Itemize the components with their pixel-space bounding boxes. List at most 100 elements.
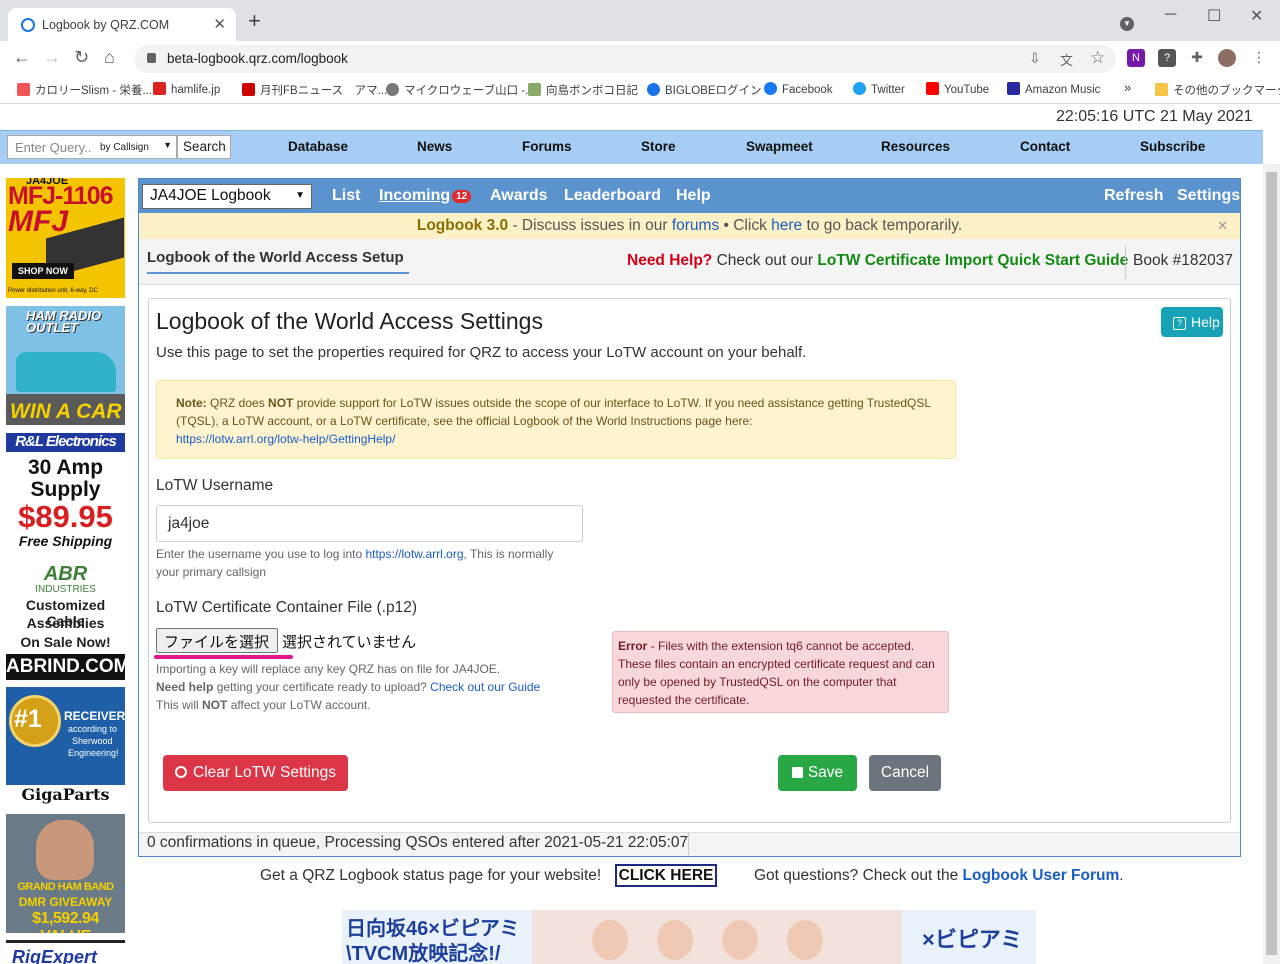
- menu-incoming[interactable]: Incoming 12: [379, 187, 472, 205]
- menu-settings[interactable]: Settings: [1177, 187, 1240, 205]
- logbook-select[interactable]: JA4JOE Logbook ▼: [142, 184, 312, 209]
- error-alert: Error - Files with the extension tq6 can…: [612, 631, 949, 713]
- ad-text: GRAND HAM BAND: [17, 881, 114, 893]
- help-button[interactable]: ? Help: [1161, 307, 1223, 337]
- nav-forums[interactable]: Forums: [522, 139, 572, 154]
- help-text: getting your certificate ready to upload…: [213, 680, 431, 694]
- abr-ad[interactable]: ABR INDUSTRIES Customized Cable Assembli…: [6, 560, 125, 680]
- giveaway-ad[interactable]: GRAND HAM BAND DMR GIVEAWAY $1,592.94 VA…: [6, 814, 125, 933]
- menu-leaderboard[interactable]: Leaderboard: [564, 187, 661, 205]
- onenote-icon[interactable]: N: [1127, 49, 1145, 67]
- translate-icon[interactable]: 文: [1060, 50, 1073, 69]
- footer-right: Got questions? Check out the Logbook Use…: [754, 867, 1124, 885]
- menu-dots-icon[interactable]: ⋮: [1250, 49, 1268, 67]
- avatar[interactable]: [1218, 49, 1236, 67]
- section-title[interactable]: Logbook of the World Access Setup: [147, 249, 404, 266]
- bookmark-item[interactable]: カロリーSlism - 栄養...: [17, 82, 152, 98]
- window-close-icon[interactable]: ✕: [1250, 6, 1263, 26]
- forward-icon[interactable]: →: [43, 47, 61, 68]
- nav-database[interactable]: Database: [288, 139, 348, 154]
- bookmark-item[interactable]: 月刊FBニュース アマ...: [242, 82, 387, 98]
- help-emphasis: Need help: [156, 680, 214, 694]
- bookmark-item[interactable]: YouTube: [926, 82, 989, 96]
- bookmark-favicon-icon: [242, 83, 255, 96]
- twitter-icon: [853, 82, 866, 95]
- bookmark-star-icon[interactable]: ☆: [1090, 48, 1105, 68]
- back-icon[interactable]: ←: [13, 47, 31, 68]
- menu-incoming-label: Incoming: [379, 187, 451, 204]
- nav-resources[interactable]: Resources: [881, 139, 950, 154]
- scrollbar-thumb[interactable]: [1266, 172, 1277, 955]
- amazon-music-icon: [1007, 82, 1020, 95]
- new-tab-button[interactable]: +: [248, 10, 261, 32]
- more-bookmarks-button[interactable]: »: [1124, 80, 1131, 95]
- bookmark-item[interactable]: マイクロウェーブ山口 -...: [386, 82, 535, 98]
- need-help-line: Need Help? Check out our LoTW Certificat…: [627, 252, 1128, 270]
- lotw-site-link[interactable]: https://lotw.arrl.org: [365, 547, 463, 561]
- nav-swapmeet[interactable]: Swapmeet: [746, 139, 813, 154]
- clear-label: Clear LoTW Settings: [193, 764, 336, 781]
- here-link[interactable]: here: [771, 217, 802, 234]
- lotw-username-input[interactable]: ja4joe: [156, 505, 583, 542]
- extension-square-icon[interactable]: ?: [1158, 49, 1176, 67]
- bookmark-item[interactable]: hamlife.jp: [153, 82, 220, 96]
- bookmark-item[interactable]: 向島ボンボコ日記: [528, 82, 638, 98]
- address-bar[interactable]: beta-logbook.qrz.com/logbook ⇩ 文 ☆: [134, 45, 1116, 73]
- menu-help[interactable]: Help: [676, 187, 711, 205]
- nav-subscribe[interactable]: Subscribe: [1140, 139, 1205, 154]
- help-text: Enter the username you use to log into: [156, 547, 366, 561]
- nav-contact[interactable]: Contact: [1020, 139, 1070, 154]
- query-input[interactable]: Enter Query.. by Callsign ▼: [7, 135, 177, 159]
- mfj-ad[interactable]: JA4JOE MFJ-1106 MFJ SHOP NOW Power distr…: [6, 178, 125, 298]
- bottom-banner-ad[interactable]: 日向坂46×ビピアミ \TVCM放映記念!/ ×ビピアミ: [342, 910, 1036, 964]
- install-icon[interactable]: ⇩: [1029, 50, 1041, 67]
- help-button-label: Help: [1191, 314, 1220, 330]
- menu-list[interactable]: List: [332, 187, 360, 205]
- utc-clock: 22:05:16 UTC 21 May 2021: [1056, 108, 1253, 125]
- home-icon[interactable]: ⌂: [104, 47, 115, 68]
- bookmark-item[interactable]: Amazon Music: [1007, 82, 1100, 96]
- other-bookmarks[interactable]: その他のブックマーク: [1155, 82, 1280, 98]
- lotw-help-link[interactable]: https://lotw.arrl.org/lotw-help/GettingH…: [176, 432, 395, 446]
- nav-news[interactable]: News: [417, 139, 452, 154]
- menu-awards[interactable]: Awards: [490, 187, 548, 205]
- maximize-icon[interactable]: ☐: [1207, 6, 1221, 26]
- footer-left-text: Get a QRZ Logbook status page for your w…: [260, 867, 602, 884]
- menu-refresh[interactable]: Refresh: [1104, 187, 1164, 205]
- bookmark-favicon-icon: [17, 83, 30, 96]
- logbook-user-forum-link[interactable]: Logbook User Forum: [963, 867, 1120, 884]
- bookmark-item[interactable]: Twitter: [853, 82, 905, 96]
- rigexpert-ad[interactable]: RigExpert: [6, 940, 125, 964]
- search-button[interactable]: Search: [177, 135, 231, 159]
- clear-lotw-settings-button[interactable]: Clear LoTW Settings: [163, 755, 348, 791]
- folder-icon: [1155, 83, 1168, 96]
- url-text: beta-logbook.qrz.com/logbook: [167, 51, 348, 66]
- banner-photo: [532, 910, 902, 964]
- forums-link[interactable]: forums: [672, 217, 719, 234]
- gigaparts-ad[interactable]: #1 RECEIVER according to Sherwood Engine…: [6, 687, 125, 806]
- chevron-down-icon: ▼: [295, 190, 305, 201]
- browser-tab[interactable]: Logbook by QRZ.COM ✕: [8, 8, 236, 41]
- quick-start-guide-link[interactable]: LoTW Certificate Import Quick Start Guid…: [817, 252, 1128, 269]
- guide-link[interactable]: Check out our Guide: [430, 680, 540, 694]
- youtube-icon: [926, 82, 939, 95]
- save-icon: [791, 767, 803, 778]
- reload-icon[interactable]: ↻: [74, 47, 89, 68]
- hro-ad[interactable]: HAM RADIO OUTLET WIN A CAR: [6, 306, 125, 425]
- ad-text: Assemblies: [26, 615, 105, 631]
- click-here-button[interactable]: CLICK HERE: [615, 864, 717, 887]
- profile-dropdown-icon[interactable]: ▼: [1120, 17, 1134, 31]
- bookmark-item[interactable]: Facebook: [764, 82, 833, 96]
- nav-store[interactable]: Store: [641, 139, 676, 154]
- by-callsign-select[interactable]: by Callsign: [100, 142, 149, 153]
- close-tab-icon[interactable]: ✕: [213, 15, 226, 33]
- choose-file-button[interactable]: ファイルを選択: [156, 628, 278, 653]
- puzzle-icon[interactable]: ✚: [1188, 49, 1206, 67]
- close-icon[interactable]: ✕: [1217, 218, 1228, 234]
- minimize-icon[interactable]: ─: [1165, 6, 1176, 24]
- cancel-button[interactable]: Cancel: [869, 755, 941, 791]
- bookmark-item[interactable]: BIGLOBEログイン: [647, 82, 762, 98]
- ad-text: WIN A CAR: [10, 400, 122, 423]
- save-button[interactable]: Save: [778, 755, 857, 791]
- rl-electronics-ad[interactable]: R&L Electronics 30 Amp Supply $89.95 Fre…: [6, 433, 125, 551]
